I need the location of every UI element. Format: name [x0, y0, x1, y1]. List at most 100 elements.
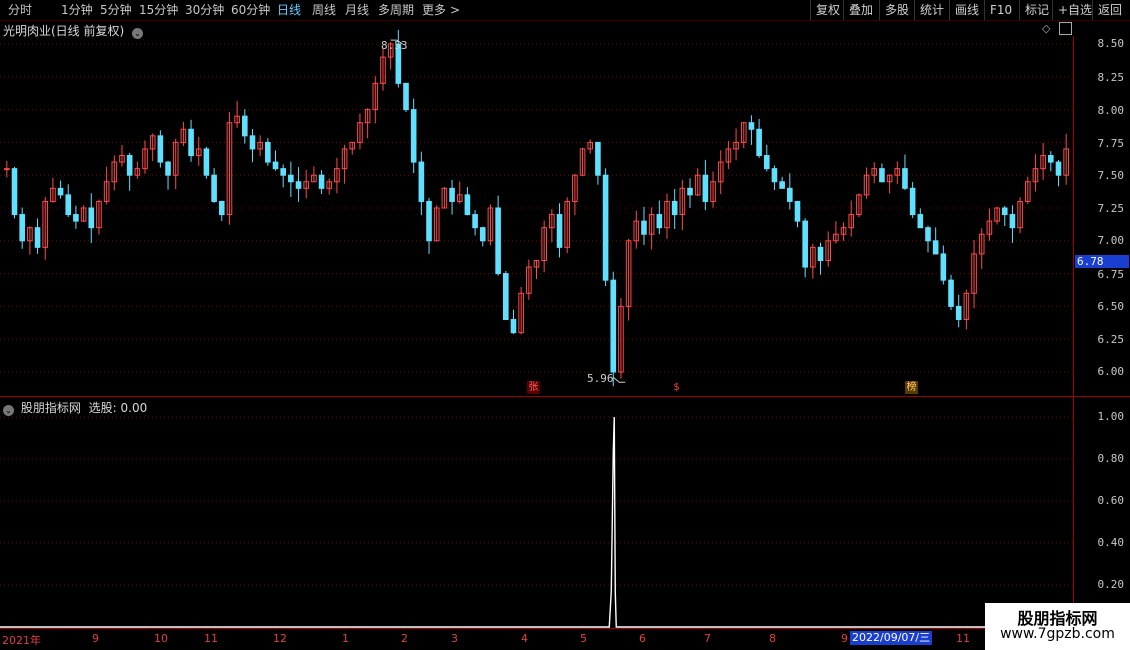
candle-body — [73, 214, 79, 222]
y-tick: 7.25 — [1097, 202, 1125, 215]
candle-body — [464, 194, 471, 216]
y-tick: 8.25 — [1097, 71, 1125, 84]
panel-divider — [0, 396, 1130, 397]
high-price-label: 8.53 — [381, 39, 408, 52]
x-tick: 10 — [154, 632, 168, 645]
candle-body — [671, 200, 678, 216]
candle-body — [479, 227, 486, 242]
candle-body — [410, 109, 417, 163]
candle-body — [909, 187, 916, 216]
candle-body — [449, 187, 455, 202]
x-tick: 12 — [273, 632, 287, 645]
x-tick: 11 — [204, 632, 218, 645]
candle-body — [11, 168, 18, 216]
event-badge[interactable]: 张 — [527, 381, 540, 394]
cursor-date-tag: 2022/09/07/三 — [850, 631, 933, 645]
current-price-tag: 6.78 — [1075, 255, 1129, 268]
candle-body — [925, 227, 931, 242]
x-tick: 2021年 — [2, 634, 41, 647]
y-tick: 7.50 — [1097, 169, 1125, 182]
candle-body — [948, 279, 954, 307]
candle-body — [641, 220, 647, 235]
candle-body — [702, 174, 709, 202]
candle-body — [272, 161, 279, 170]
x-tick: 2 — [401, 632, 408, 645]
indicator-y-tick: 0.20 — [1097, 578, 1125, 591]
candle-body — [280, 168, 286, 176]
candle-body — [1055, 161, 1062, 176]
y-tick: 7.75 — [1097, 137, 1125, 150]
candle-body — [955, 305, 962, 321]
x-tick: 7 — [704, 632, 711, 645]
low-marker-line — [612, 376, 626, 383]
candle-body — [932, 240, 939, 255]
event-badge[interactable]: $ — [670, 381, 683, 394]
candle-body — [188, 128, 194, 157]
y-tick: 7.00 — [1097, 234, 1125, 247]
candle-body — [802, 220, 808, 268]
candle-body — [249, 135, 256, 150]
candle-body — [88, 207, 95, 229]
indicator-y-tick: 1.00 — [1097, 410, 1125, 423]
candle-body — [902, 168, 908, 189]
candle-body — [318, 174, 325, 189]
x-tick: 5 — [580, 632, 587, 645]
candle-body — [265, 141, 271, 163]
candle-body — [1009, 214, 1016, 229]
candle-body — [65, 194, 72, 216]
candle-body — [879, 168, 885, 183]
candle-body — [495, 207, 501, 275]
candle-body — [403, 82, 409, 111]
candle-body — [748, 122, 755, 130]
kline-chart[interactable] — [0, 0, 1130, 650]
candle-body — [687, 187, 693, 196]
indicator-y-tick: 0.40 — [1097, 536, 1125, 549]
y-tick: 6.00 — [1097, 365, 1125, 378]
signal-line — [0, 416, 1073, 628]
candle-body — [656, 214, 663, 229]
candle-body — [34, 227, 41, 248]
x-tick: 9 — [841, 632, 848, 645]
candle-body — [19, 214, 25, 242]
x-tick: 8 — [769, 632, 776, 645]
watermark-logo: 股朋指标网 www.7gpzb.com — [985, 603, 1130, 650]
candle-body — [4, 168, 10, 171]
x-tick: 1 — [342, 632, 349, 645]
y-tick: 8.50 — [1097, 37, 1125, 50]
indicator-y-tick: 0.80 — [1097, 452, 1125, 465]
candle-body — [241, 115, 248, 137]
candle-body — [295, 181, 302, 189]
event-badge[interactable]: 榜 — [905, 381, 918, 394]
candle-body — [211, 174, 217, 202]
candle-body — [940, 253, 947, 281]
candle-body — [126, 155, 133, 176]
candle-body — [610, 279, 617, 373]
price-axis-line — [1073, 36, 1074, 627]
low-price-label: 5.96 — [587, 372, 614, 385]
y-tick: 8.00 — [1097, 104, 1125, 117]
candle-body — [418, 161, 425, 202]
time-axis-line — [0, 628, 1130, 629]
candle-body — [779, 181, 785, 189]
candle-body — [165, 161, 171, 176]
candle-body — [763, 155, 770, 170]
candle-body — [787, 187, 793, 202]
candle-body — [288, 174, 294, 183]
candle-body — [595, 141, 601, 176]
y-tick: 6.50 — [1097, 300, 1125, 313]
x-tick: 9 — [92, 632, 99, 645]
candle-body — [1048, 155, 1054, 163]
candle-body — [556, 214, 563, 248]
candle-body — [794, 200, 801, 222]
x-tick: 3 — [451, 632, 458, 645]
candle-body — [771, 168, 778, 183]
candle-body — [917, 214, 924, 229]
y-tick: 6.75 — [1097, 268, 1125, 281]
candle-body — [1001, 207, 1008, 216]
x-tick: 11 — [956, 632, 970, 645]
y-tick: 6.25 — [1097, 333, 1125, 346]
candle-body — [57, 187, 64, 196]
watermark-url: www.7gpzb.com — [1000, 626, 1115, 642]
candle-body — [203, 148, 210, 176]
candle-body — [426, 200, 432, 242]
